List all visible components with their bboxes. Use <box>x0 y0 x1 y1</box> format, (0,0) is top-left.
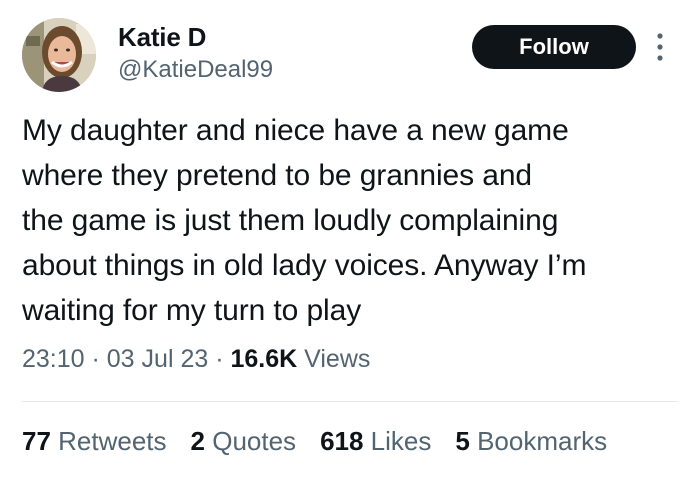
avatar[interactable] <box>22 18 96 92</box>
follow-button[interactable]: Follow <box>472 25 636 69</box>
tweet-time[interactable]: 23:10 <box>22 345 85 373</box>
retweets-label: Retweets <box>50 426 167 456</box>
tweet-text: My daughter and niece have a new game wh… <box>22 114 587 327</box>
views-label: Views <box>297 345 371 373</box>
author-handle[interactable]: @KatieDeal99 <box>118 56 273 84</box>
meta-separator: · <box>84 345 107 373</box>
likes-stat[interactable]: 618 Likes <box>320 426 431 457</box>
quotes-label: Quotes <box>205 426 297 456</box>
tweet-meta: 23:10 · 03 Jul 23 · 16.6K Views <box>22 345 370 374</box>
author-display-name[interactable]: Katie D <box>118 22 206 53</box>
tweet-date[interactable]: 03 Jul 23 <box>107 345 208 373</box>
retweets-count: 77 <box>22 426 51 456</box>
quotes-stat[interactable]: 2 Quotes <box>191 426 297 457</box>
meta-separator: · <box>208 345 231 373</box>
more-vertical-icon[interactable] <box>650 30 670 64</box>
bookmarks-count: 5 <box>455 426 470 456</box>
likes-label: Likes <box>363 426 432 456</box>
engagement-stats: 77 Retweets 2 Quotes 618 Likes 5 Bookmar… <box>22 426 607 457</box>
divider <box>22 401 678 402</box>
views-count: 16.6K <box>230 345 298 373</box>
likes-count: 618 <box>320 426 364 456</box>
bookmarks-label: Bookmarks <box>469 426 608 456</box>
bookmarks-stat[interactable]: 5 Bookmarks <box>455 426 607 457</box>
quotes-count: 2 <box>190 426 205 456</box>
tweet-card: Katie D @KatieDeal99 Follow My daughter … <box>0 0 700 482</box>
retweets-stat[interactable]: 77 Retweets <box>22 426 167 457</box>
